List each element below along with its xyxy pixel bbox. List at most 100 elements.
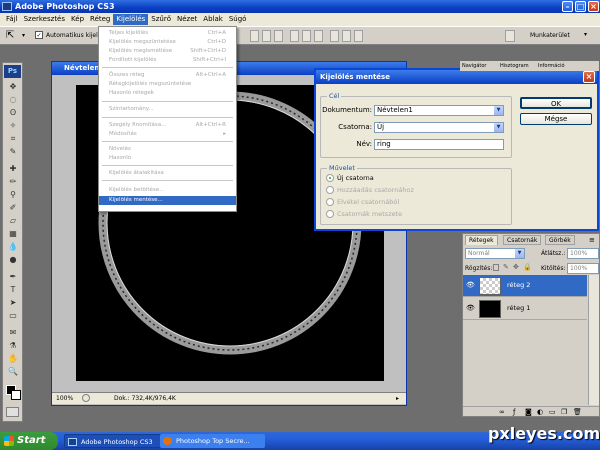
- menu-item-all-layers[interactable]: Összes réteg Alt+Ctrl+A: [99, 71, 236, 80]
- layer-row[interactable]: 👁 réteg 1: [463, 298, 587, 320]
- layers-scrollbar[interactable]: [588, 275, 599, 405]
- menu-item-similar-layers[interactable]: Hasonló rétegek: [99, 89, 236, 98]
- menu-view[interactable]: Nézet: [174, 14, 200, 25]
- cancel-button[interactable]: Mégse: [520, 113, 592, 125]
- eyedropper-tool-icon[interactable]: ✎: [7, 147, 19, 157]
- new-layer-icon[interactable]: ❐: [561, 408, 567, 416]
- lasso-tool-icon[interactable]: ʘ: [7, 108, 19, 118]
- tab-channels[interactable]: Csatornák: [503, 235, 542, 245]
- tab-layers[interactable]: Rétegek: [465, 235, 498, 245]
- auto-select-checkbox[interactable]: ✓: [35, 31, 43, 39]
- zoom-tool-icon[interactable]: 🔍: [7, 367, 19, 377]
- marquee-tool-icon[interactable]: ◌: [7, 95, 19, 105]
- quick-mask-icon[interactable]: [6, 407, 19, 417]
- pen-tool-icon[interactable]: ✒: [7, 272, 19, 282]
- workspace-menu[interactable]: Munkaterület: [530, 31, 570, 40]
- distribute-top-icon[interactable]: [290, 30, 299, 42]
- subtract-from-channel-radio[interactable]: [326, 198, 334, 206]
- scroll-right-icon[interactable]: ▸: [396, 393, 399, 404]
- menu-item-load-selection[interactable]: Kijelölés betöltése...: [99, 186, 236, 195]
- menu-filter[interactable]: Szűrő: [148, 14, 174, 25]
- panel-menu-icon[interactable]: ≡: [589, 236, 595, 244]
- menu-item-deselect-layers[interactable]: Rétegkijelölés megszüntetése: [99, 80, 236, 89]
- menu-help[interactable]: Súgó: [226, 14, 250, 25]
- opacity-input[interactable]: 100%: [567, 248, 599, 259]
- ok-button[interactable]: OK: [520, 97, 592, 109]
- workspace-chevron-down-icon[interactable]: ▾: [584, 31, 587, 38]
- eraser-tool-icon[interactable]: ▱: [7, 216, 19, 226]
- adjustment-layer-icon[interactable]: ◐: [537, 408, 543, 416]
- add-to-channel-radio[interactable]: [326, 186, 334, 194]
- tab-navigator[interactable]: Navigátor: [462, 61, 486, 71]
- background-color-swatch[interactable]: [11, 390, 21, 400]
- move-tool-icon[interactable]: ✥: [7, 82, 19, 92]
- blend-mode-select[interactable]: Normál ▼: [465, 248, 525, 259]
- fill-input[interactable]: 100%: [567, 263, 599, 274]
- align-bottom-icon[interactable]: [274, 30, 283, 42]
- menu-item-save-selection[interactable]: Kijelölés mentése...: [99, 196, 236, 205]
- gradient-tool-icon[interactable]: ▦: [7, 229, 19, 239]
- zoom-level[interactable]: 100%: [56, 393, 73, 404]
- menu-item-grow[interactable]: Növelés: [99, 145, 236, 154]
- stamp-tool-icon[interactable]: ⚲: [7, 190, 19, 200]
- taskbar-item-photoshop[interactable]: Adobe Photoshop CS3: [64, 434, 164, 448]
- tab-info[interactable]: Információ: [538, 61, 565, 71]
- close-button[interactable]: ×: [588, 1, 599, 12]
- channel-select[interactable]: Új ▼: [374, 122, 504, 133]
- menu-window[interactable]: Ablak: [200, 14, 226, 25]
- status-info-icon[interactable]: [82, 394, 90, 402]
- blur-tool-icon[interactable]: 💧: [7, 242, 19, 252]
- minimize-button[interactable]: –: [562, 1, 573, 12]
- notes-tool-icon[interactable]: ✉: [7, 328, 19, 338]
- healing-brush-tool-icon[interactable]: ✚: [7, 164, 19, 174]
- lock-position-icon[interactable]: ✥: [513, 263, 519, 272]
- lock-pixels-icon[interactable]: ✎: [503, 263, 509, 272]
- document-select[interactable]: Névtelen1 ▼: [374, 105, 504, 116]
- menu-item-deselect[interactable]: Kijelölés megszüntetése Ctrl+D: [99, 38, 236, 47]
- menu-item-color-range[interactable]: Színtartomány...: [99, 105, 236, 114]
- visibility-eye-icon[interactable]: 👁: [466, 304, 475, 313]
- menu-item-modify[interactable]: Módosítás ▸: [99, 130, 236, 139]
- lock-all-icon[interactable]: 🔒: [523, 263, 532, 272]
- tab-histogram[interactable]: Hisztogram: [500, 61, 529, 71]
- layer-row[interactable]: 👁 réteg 2: [463, 275, 587, 297]
- visibility-eye-icon[interactable]: 👁: [466, 281, 475, 290]
- new-channel-radio[interactable]: [326, 174, 334, 182]
- menu-file[interactable]: Fájl: [3, 14, 21, 25]
- preset-chevron-down-icon[interactable]: ▾: [22, 32, 25, 39]
- maximize-button[interactable]: □: [575, 1, 586, 12]
- menu-select[interactable]: Kijelölés: [113, 14, 149, 25]
- menu-item-refine-edge[interactable]: Szegély finomítása... Alt+Ctrl+R: [99, 121, 236, 130]
- distribute-middle-icon[interactable]: [302, 30, 311, 42]
- crop-tool-icon[interactable]: ⌗: [7, 134, 19, 144]
- type-tool-icon[interactable]: T: [7, 285, 19, 295]
- menu-edit[interactable]: Szerkesztés: [21, 14, 68, 25]
- move-tool-preset-icon[interactable]: ⇱: [6, 30, 20, 42]
- delete-layer-icon[interactable]: 🗑: [573, 408, 582, 416]
- menu-layer[interactable]: Réteg: [87, 14, 113, 25]
- align-middle-icon[interactable]: [262, 30, 271, 42]
- align-top-icon[interactable]: [250, 30, 259, 42]
- brush-tool-icon[interactable]: ✏: [7, 177, 19, 187]
- bridge-icon[interactable]: [505, 30, 515, 42]
- history-brush-tool-icon[interactable]: ✐: [7, 203, 19, 213]
- magic-wand-tool-icon[interactable]: ✧: [7, 121, 19, 131]
- new-group-icon[interactable]: ▭: [549, 408, 556, 416]
- menu-item-select-all[interactable]: Teljes kijelölés Ctrl+A: [99, 29, 236, 38]
- shape-tool-icon[interactable]: ▭: [7, 311, 19, 321]
- name-input[interactable]: ring: [374, 139, 504, 150]
- lock-transparency-icon[interactable]: [493, 264, 499, 271]
- distribute-left-icon[interactable]: [330, 30, 339, 42]
- link-layers-icon[interactable]: ∞: [499, 408, 505, 416]
- dodge-tool-icon[interactable]: ●: [7, 255, 19, 265]
- layer-style-icon[interactable]: ƒ: [513, 408, 515, 416]
- menu-item-transform-selection[interactable]: Kijelölés átalakítása: [99, 169, 236, 178]
- menu-item-similar[interactable]: Hasonló: [99, 154, 236, 163]
- menu-image[interactable]: Kép: [68, 14, 87, 25]
- distribute-right-icon[interactable]: [354, 30, 363, 42]
- distribute-bottom-icon[interactable]: [314, 30, 323, 42]
- distribute-center-icon[interactable]: [342, 30, 351, 42]
- layer-mask-icon[interactable]: ◙: [525, 408, 532, 416]
- tab-curves[interactable]: Görbék: [545, 235, 575, 245]
- path-selection-tool-icon[interactable]: ➤: [7, 298, 19, 308]
